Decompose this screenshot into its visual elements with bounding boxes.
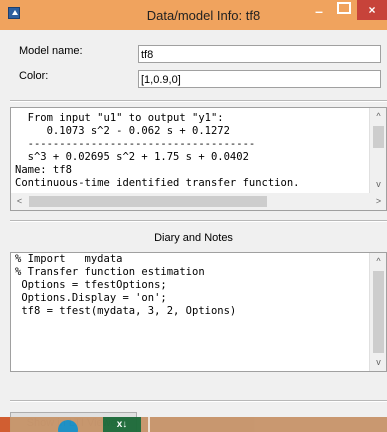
- model-name-label: Model name:: [19, 45, 83, 57]
- diary-line: % Import mydata: [15, 253, 123, 265]
- maximize-button[interactable]: [337, 2, 351, 14]
- close-button[interactable]: ×: [357, 0, 387, 20]
- info-line: s^3 + 0.02695 s^2 + 1.75 s + 0.0402: [15, 151, 249, 163]
- color-input[interactable]: [1,0.9,0]: [138, 70, 381, 88]
- info-line: Name: tf8: [15, 164, 72, 176]
- scroll-down-arrow-icon[interactable]: v: [370, 176, 386, 193]
- taskbar-divider: [148, 417, 150, 432]
- info-line: From input "u1" to output "y1":: [15, 112, 224, 124]
- diary-line: Options = tfestOptions;: [15, 279, 167, 291]
- separator: [10, 400, 387, 402]
- separator: [10, 220, 387, 222]
- info-horizontal-scrollbar[interactable]: < >: [11, 193, 386, 210]
- info-line: ------------------------------------: [15, 138, 256, 150]
- excel-icon[interactable]: x↓: [103, 417, 141, 432]
- info-line: Continuous-time identified transfer func…: [15, 177, 300, 189]
- diary-line: % Transfer function estimation: [15, 266, 205, 278]
- browser-icon: [58, 420, 78, 432]
- scroll-up-arrow-icon[interactable]: ^: [370, 253, 386, 270]
- info-vertical-scrollbar[interactable]: ^ v: [369, 108, 386, 193]
- taskbar-app-icon[interactable]: [0, 417, 10, 432]
- model-info-textbox[interactable]: From input "u1" to output "y1": 0.1073 s…: [10, 107, 387, 211]
- scroll-thumb[interactable]: [29, 196, 267, 207]
- diary-notes-textbox[interactable]: % Import mydata % Transfer function esti…: [10, 252, 387, 372]
- color-label: Color:: [19, 70, 49, 82]
- diary-line: Options.Display = 'on';: [15, 292, 167, 304]
- scroll-left-arrow-icon[interactable]: <: [11, 193, 28, 210]
- info-line: 0.1073 s^2 - 0.062 s + 0.1272: [15, 125, 230, 137]
- window-title: Data/model Info: tf8: [146, 8, 261, 23]
- taskbar-app-icon[interactable]: [55, 417, 80, 432]
- title-bar[interactable]: Data/model Info: tf8 – ×: [0, 0, 387, 30]
- scroll-thumb[interactable]: [373, 271, 384, 353]
- scroll-up-arrow-icon[interactable]: ^: [370, 108, 386, 125]
- diary-notes-header: Diary and Notes: [154, 232, 233, 244]
- scroll-thumb[interactable]: [373, 126, 384, 148]
- scroll-right-arrow-icon[interactable]: >: [370, 193, 386, 210]
- diary-line: tf8 = tfest(mydata, 3, 2, Options): [15, 305, 237, 317]
- diary-vertical-scrollbar[interactable]: ^ v: [369, 253, 386, 371]
- separator: [10, 100, 387, 102]
- scroll-down-arrow-icon[interactable]: v: [370, 354, 386, 371]
- minimize-button[interactable]: –: [312, 4, 326, 20]
- taskbar: x↓: [0, 417, 387, 432]
- model-name-input[interactable]: tf8: [138, 45, 381, 63]
